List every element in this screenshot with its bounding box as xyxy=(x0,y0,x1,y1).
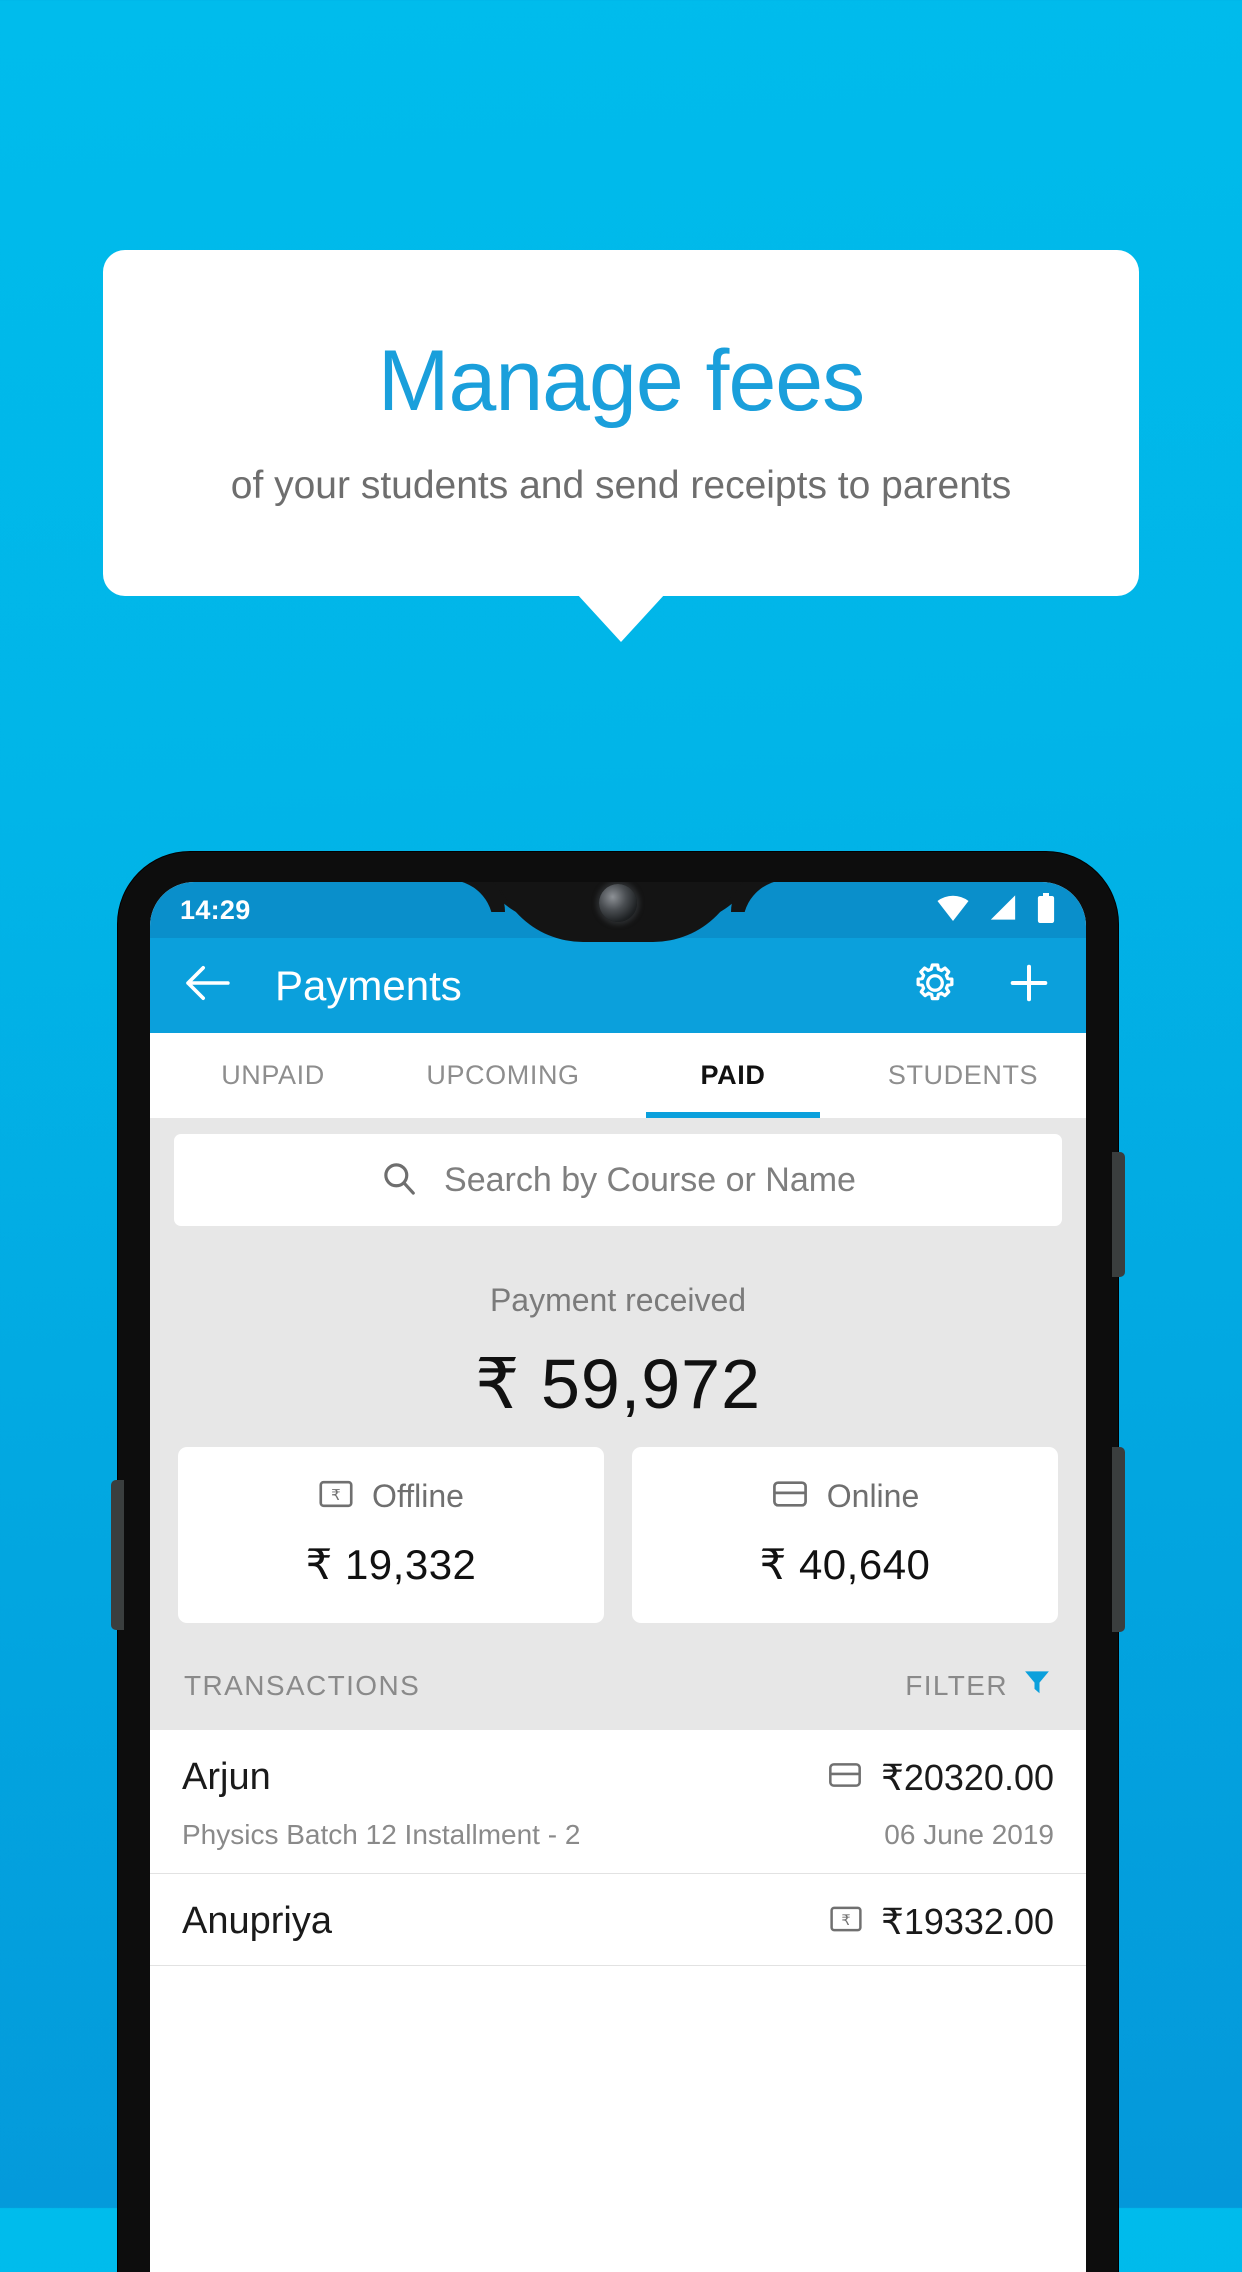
signal-icon xyxy=(988,894,1018,926)
transaction-secondary-line: Physics Batch 12 Installment - 2 06 June… xyxy=(182,1819,1054,1851)
offline-payment-card[interactable]: ₹ Offline ₹ 19,332 xyxy=(178,1447,604,1623)
phone-right-button-volume xyxy=(1112,1152,1125,1277)
app-bar-actions xyxy=(912,960,1052,1011)
credit-card-icon xyxy=(771,1477,809,1516)
tab-unpaid[interactable]: UNPAID xyxy=(158,1033,388,1118)
page-title: Payments xyxy=(275,961,462,1009)
gear-icon[interactable] xyxy=(912,960,958,1011)
credit-card-icon xyxy=(827,1759,863,1796)
transaction-amount-group: ₹ ₹19332.00 xyxy=(829,1901,1054,1943)
transaction-primary-line: Anupriya ₹ ₹19332.00 xyxy=(182,1900,1054,1943)
status-bar: 14:29 xyxy=(150,882,1086,942)
promo-callout-card: Manage fees of your students and send re… xyxy=(103,250,1139,596)
online-card-amount: ₹ 40,640 xyxy=(759,1541,931,1588)
phone-screen: 14:29 Payments UNPAID UPCOMING PAID STUD… xyxy=(150,882,1086,2272)
funnel-icon xyxy=(1022,1667,1052,1704)
table-row[interactable]: Arjun ₹20320.00 Physics Batch 12 Install… xyxy=(150,1730,1086,1874)
rupee-note-icon: ₹ xyxy=(318,1477,354,1516)
tab-upcoming[interactable]: UPCOMING xyxy=(388,1033,618,1118)
payment-summary: Payment received ₹ 59,972 xyxy=(150,1226,1086,1447)
offline-card-amount: ₹ 19,332 xyxy=(305,1541,477,1588)
filter-button[interactable]: FILTER xyxy=(905,1667,1052,1704)
search-icon xyxy=(380,1159,418,1202)
plus-icon[interactable] xyxy=(1006,960,1052,1011)
svg-text:₹: ₹ xyxy=(841,1913,850,1929)
transaction-name: Arjun xyxy=(182,1756,271,1798)
table-row[interactable]: Anupriya ₹ ₹19332.00 xyxy=(150,1874,1086,1966)
promo-title: Manage fees xyxy=(377,332,865,429)
tab-bar: UNPAID UPCOMING PAID STUDENTS xyxy=(150,1033,1086,1118)
front-camera xyxy=(599,884,637,922)
transactions-title: TRANSACTIONS xyxy=(184,1669,421,1701)
offline-card-label: Offline xyxy=(372,1478,464,1514)
transaction-amount-group: ₹20320.00 xyxy=(827,1757,1054,1799)
search-input[interactable]: Search by Course or Name xyxy=(174,1134,1062,1226)
battery-icon xyxy=(1036,892,1056,928)
rupee-note-icon: ₹ xyxy=(829,1903,863,1940)
svg-text:₹: ₹ xyxy=(331,1487,341,1504)
search-placeholder-text: Search by Course or Name xyxy=(444,1160,856,1199)
offline-card-header: ₹ Offline xyxy=(318,1477,464,1516)
status-clock: 14:29 xyxy=(180,894,251,925)
promo-callout-tail xyxy=(577,594,665,642)
transaction-primary-line: Arjun ₹20320.00 xyxy=(182,1756,1054,1799)
wifi-icon xyxy=(936,894,970,926)
transaction-amount: ₹19332.00 xyxy=(880,1900,1054,1942)
filter-label: FILTER xyxy=(905,1669,1008,1701)
tab-students[interactable]: STUDENTS xyxy=(848,1033,1078,1118)
online-card-header: Online xyxy=(771,1477,920,1516)
transaction-date: 06 June 2019 xyxy=(884,1819,1054,1850)
app-content: Search by Course or Name Payment receive… xyxy=(150,1118,1086,1966)
phone-mockup: 14:29 Payments UNPAID UPCOMING PAID STUD… xyxy=(111,852,1125,2272)
phone-right-button-power xyxy=(1112,1447,1125,1632)
payment-method-cards: ₹ Offline ₹ 19,332 Online ₹ 40,640 xyxy=(150,1447,1086,1623)
app-bar: Payments xyxy=(150,938,1086,1033)
status-icons-group xyxy=(936,892,1056,928)
phone-notch xyxy=(493,882,743,942)
transaction-description: Physics Batch 12 Installment - 2 xyxy=(182,1819,581,1850)
transactions-header: TRANSACTIONS FILTER xyxy=(150,1623,1086,1730)
summary-amount: ₹ 59,972 xyxy=(474,1345,762,1423)
transaction-amount: ₹20320.00 xyxy=(880,1756,1054,1798)
promo-subtitle: of your students and send receipts to pa… xyxy=(230,463,1012,507)
back-arrow-icon[interactable] xyxy=(184,964,230,1007)
online-payment-card[interactable]: Online ₹ 40,640 xyxy=(632,1447,1058,1623)
search-section: Search by Course or Name xyxy=(150,1118,1086,1226)
transaction-name: Anupriya xyxy=(182,1900,332,1942)
transactions-list: Arjun ₹20320.00 Physics Batch 12 Install… xyxy=(150,1730,1086,1966)
online-card-label: Online xyxy=(826,1478,920,1514)
summary-label: Payment received xyxy=(489,1282,747,1318)
phone-left-button xyxy=(111,1480,124,1630)
tab-paid[interactable]: PAID xyxy=(618,1033,848,1118)
